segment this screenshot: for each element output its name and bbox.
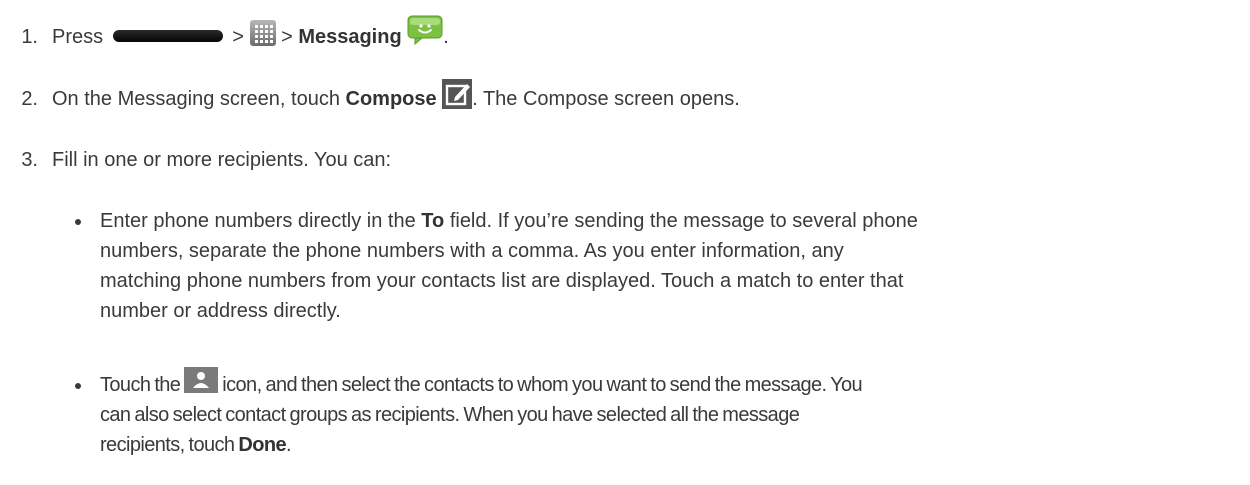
bullet-line: Touch the icon, and then select the cont… <box>100 366 863 400</box>
home-key-icon <box>112 29 223 42</box>
separator: > <box>232 26 244 48</box>
bullet-text-segment: Enter phone numbers directly in the <box>100 210 416 232</box>
messaging-icon <box>407 15 443 45</box>
step-text: On the Messaging screen, touch <box>52 88 340 110</box>
bullet-line: number or address directly. <box>100 300 341 322</box>
bullet-text-segment: Touch the <box>100 374 181 396</box>
step-end: . <box>443 26 449 48</box>
bullet-line: numbers, separate the phone numbers with… <box>100 240 844 262</box>
bullet-dot <box>75 219 81 225</box>
bullet-text: Touch the icon, and then select the cont… <box>100 366 863 460</box>
step-number: 2. <box>21 88 38 110</box>
bullet-dot <box>75 383 81 389</box>
bullet-text: Enter phone numbers directly in the To f… <box>100 206 918 326</box>
bullet-line: matching phone numbers from your contact… <box>100 270 904 292</box>
step-text: Press <box>52 26 104 48</box>
bullet-text-segment: field. If you’re sending the message to … <box>449 210 918 232</box>
compose-icon <box>442 78 473 109</box>
apps-grid-icon <box>249 19 276 46</box>
step-number: 3. <box>21 149 38 171</box>
step-2: 2. On the Messaging screen, touch Compose… <box>0 78 1240 115</box>
bullet-line: can also select contact groups as recipi… <box>100 404 800 426</box>
instructions-document: 1. Press > > Messaging . 2. On the Messagi… <box>0 0 1250 485</box>
done-label: Done <box>238 434 287 456</box>
to-field-label: To <box>421 210 445 232</box>
step-1: 1. Press > > Messaging . <box>0 15 1240 53</box>
bullet-text-segment: recipients, touch <box>100 434 235 456</box>
step-number: 1. <box>21 26 38 48</box>
contact-icon <box>184 366 219 393</box>
bullet-line: recipients, touch Done. <box>100 430 862 460</box>
compose-label: Compose <box>345 88 437 110</box>
bullet-text-segment: icon, and then select the contacts to wh… <box>222 374 863 396</box>
separator: > <box>281 26 293 48</box>
step-text: Fill in one or more recipients. You can: <box>52 149 392 171</box>
step-text: . The Compose screen opens. <box>472 88 740 110</box>
bullet-line: Enter phone numbers directly in the To f… <box>100 206 918 236</box>
messaging-label: Messaging <box>298 26 402 48</box>
step-3: 3. Fill in one or more recipients. You ca… <box>0 145 1240 175</box>
bullet-text-segment: . <box>286 434 292 456</box>
